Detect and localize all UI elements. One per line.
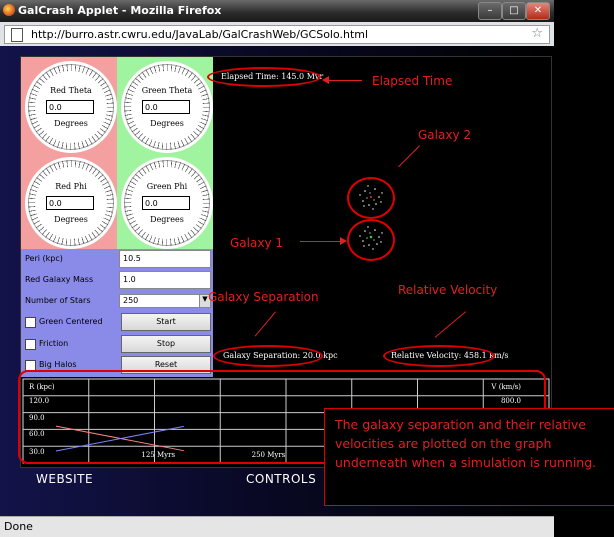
- stars-value: 250: [123, 296, 139, 305]
- stars-label: Number of Stars: [25, 296, 91, 305]
- controls-link[interactable]: CONTROLS: [246, 472, 316, 486]
- green-phi-dial[interactable]: Green Phi 0.0 Degrees: [121, 157, 213, 249]
- big-halos-label: Big Halos: [39, 360, 77, 369]
- arrowhead-icon: [322, 76, 329, 84]
- status-text: Done: [4, 520, 33, 533]
- green-theta-dial[interactable]: Green Theta 0.0 Degrees: [121, 61, 213, 153]
- green-theta-input[interactable]: 0.0: [142, 100, 190, 114]
- galaxy-2-ellipse: [347, 177, 395, 219]
- dial-title: Green Theta: [141, 86, 193, 95]
- dial-title: Green Phi: [146, 182, 188, 191]
- url-text[interactable]: http://burro.astr.cwru.edu/JavaLab/GalCr…: [31, 28, 368, 41]
- mass-label: Red Galaxy Mass: [25, 275, 94, 284]
- green-phi-input[interactable]: 0.0: [142, 196, 190, 210]
- red-phi-dial[interactable]: Red Phi 0.0 Degrees: [25, 157, 117, 249]
- mass-input[interactable]: 1.0: [119, 271, 211, 289]
- peri-label: Peri (kpc): [25, 254, 63, 263]
- dial-title: Red Theta: [50, 86, 92, 95]
- green-phi-panel: Green Phi 0.0 Degrees: [117, 153, 213, 249]
- minimize-button[interactable]: –: [478, 2, 502, 20]
- maximize-button[interactable]: □: [502, 2, 526, 20]
- address-bar: http://burro.astr.cwru.edu/JavaLab/GalCr…: [0, 22, 554, 47]
- start-button[interactable]: Start: [121, 313, 211, 331]
- dial-units: Degrees: [150, 215, 184, 224]
- url-field[interactable]: http://burro.astr.cwru.edu/JavaLab/GalCr…: [4, 25, 550, 44]
- stop-button[interactable]: Stop: [121, 335, 211, 353]
- dial-units: Degrees: [54, 215, 88, 224]
- red-theta-dial[interactable]: Red Theta 0.0 Degrees: [25, 61, 117, 153]
- window-titlebar: GalCrash Applet - Mozilla Firefox – □ ✕: [0, 0, 554, 22]
- explanation-note: The galaxy separation and their relative…: [324, 408, 614, 506]
- bookmark-star-icon[interactable]: ☆: [531, 26, 543, 41]
- annotation-galaxy-1: Galaxy 1: [230, 236, 283, 250]
- green-theta-panel: Green Theta 0.0 Degrees: [117, 57, 213, 153]
- dial-units: Degrees: [150, 119, 184, 128]
- friction-row: Friction Stop: [21, 334, 213, 355]
- mass-row: Red Galaxy Mass 1.0: [21, 270, 213, 291]
- stars-row: Number of Stars 250 ▼: [21, 291, 213, 312]
- friction-checkbox[interactable]: [25, 339, 36, 350]
- close-button[interactable]: ✕: [526, 2, 550, 20]
- window-title: GalCrash Applet - Mozilla Firefox: [18, 4, 222, 17]
- friction-label: Friction: [39, 339, 69, 348]
- explanation-text: The galaxy separation and their relative…: [335, 417, 597, 470]
- red-theta-panel: Red Theta 0.0 Degrees: [21, 57, 117, 153]
- green-centered-label: Green Centered: [39, 317, 103, 326]
- velocity-ellipse: [383, 345, 495, 367]
- controls-panel: Peri (kpc) 10.5 Red Galaxy Mass 1.0 Numb…: [21, 249, 213, 377]
- red-phi-input[interactable]: 0.0: [46, 196, 94, 210]
- red-theta-input[interactable]: 0.0: [46, 100, 94, 114]
- elapsed-time-ellipse: [207, 67, 321, 87]
- green-centered-row: Green Centered Start: [21, 312, 213, 333]
- annotation-galaxy-2: Galaxy 2: [418, 128, 471, 142]
- green-centered-checkbox[interactable]: [25, 317, 36, 328]
- peri-row: Peri (kpc) 10.5: [21, 249, 213, 270]
- status-bar: Done: [0, 516, 554, 537]
- red-phi-panel: Red Phi 0.0 Degrees: [21, 153, 117, 249]
- page-icon: [11, 28, 23, 42]
- peri-input[interactable]: 10.5: [119, 250, 211, 268]
- annotation-elapsed-time: Elapsed Time: [372, 74, 453, 88]
- arrow-elapsed: [326, 80, 362, 81]
- arrowhead-icon: [340, 237, 347, 245]
- arrow-galaxy-1: [300, 241, 342, 242]
- annotation-relative-velocity: Relative Velocity: [398, 283, 498, 297]
- stars-select[interactable]: 250 ▼: [119, 294, 211, 308]
- galaxy-1-ellipse: [347, 219, 395, 261]
- separation-ellipse: [213, 345, 323, 367]
- website-link[interactable]: WEBSITE: [36, 472, 93, 486]
- annotation-galaxy-separation: Galaxy Separation: [208, 290, 319, 304]
- firefox-icon: [3, 4, 15, 16]
- dial-units: Degrees: [54, 119, 88, 128]
- dial-title: Red Phi: [55, 182, 87, 191]
